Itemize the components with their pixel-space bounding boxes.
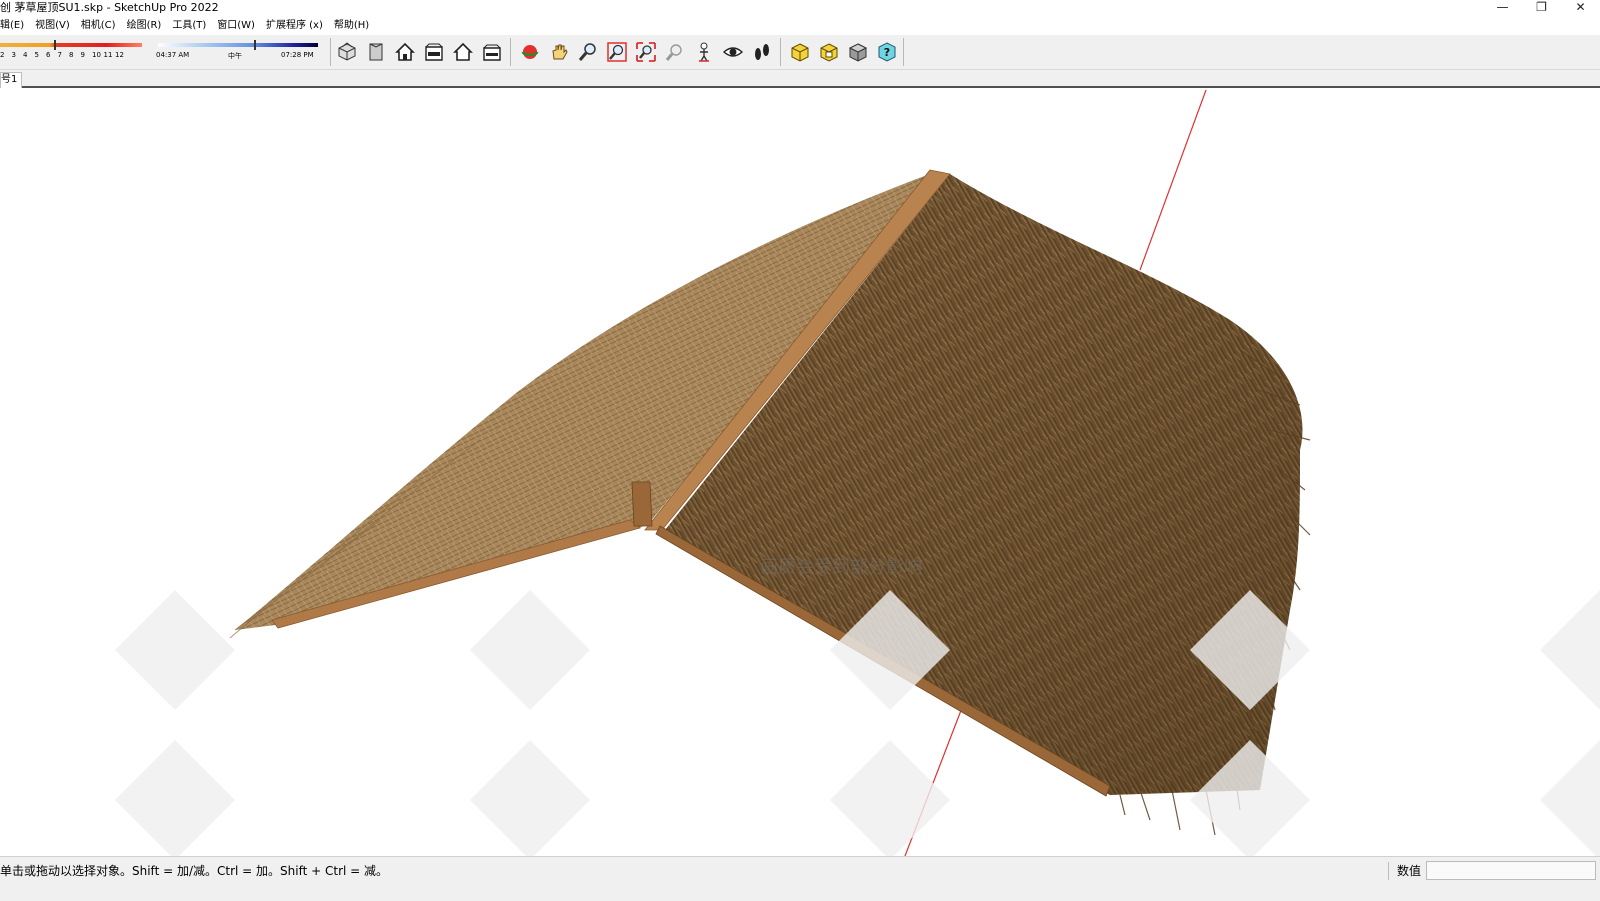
menu-tools[interactable]: 工具(T)	[172, 17, 211, 35]
restore-button[interactable]: ❐	[1522, 0, 1561, 16]
thatched-roof-model	[115, 90, 1600, 856]
right-view-icon	[425, 43, 443, 61]
month-tick: 7	[57, 51, 62, 59]
toolbar-divider	[330, 38, 331, 66]
status-hint: 单击或拖动以选择对象。Shift = 加/减。Ctrl = 加。Shift + …	[0, 864, 389, 878]
menu-draw[interactable]: 绘图(R)	[127, 17, 167, 35]
window-title: 创 茅草屋顶SU1.skp - SketchUp Pro 2022	[0, 1, 219, 14]
look-around-icon	[722, 47, 744, 57]
model-viewport[interactable]: 画质会受到部分影响	[0, 90, 1600, 856]
bottom-strip	[0, 884, 1600, 901]
month-slider-handle[interactable]	[54, 40, 56, 50]
shadow-settings-panel: 2 3 4 5 6 7 8 9 10 11 12 04:37 AM 中午 07:28 PM	[0, 37, 330, 67]
position-camera-icon	[699, 42, 709, 62]
measurements-label: 数值	[1388, 862, 1421, 880]
window-controls: — ❐ ✕	[1483, 0, 1600, 16]
section-plane-icon	[791, 43, 809, 62]
menu-extensions[interactable]: 扩展程序 (x)	[266, 17, 328, 35]
display-section-button[interactable]	[816, 39, 842, 65]
section-plane-button[interactable]	[787, 39, 813, 65]
toolbar-divider	[903, 38, 904, 66]
previous-view-icon	[665, 44, 682, 61]
front-view-button[interactable]	[392, 39, 418, 65]
position-camera-button[interactable]	[691, 39, 717, 65]
sunrise-label: 04:37 AM	[156, 51, 190, 59]
month-tick: 11	[103, 51, 113, 59]
month-tick: 10	[92, 51, 101, 59]
menu-bar: 辑(E) 视图(V) 相机(C) 绘图(R) 工具(T) 窗口(W) 扩展程序 …	[0, 17, 1600, 35]
measurements-input[interactable]	[1426, 861, 1596, 880]
menu-view[interactable]: 视图(V)	[35, 17, 75, 35]
scene-tabs: 号1	[0, 70, 1600, 88]
watermark-pattern	[115, 590, 1600, 856]
top-view-button[interactable]	[363, 39, 389, 65]
orbit-icon	[521, 45, 539, 59]
zoom-button[interactable]	[575, 39, 601, 65]
front-view-icon	[395, 42, 415, 61]
month-tick-labels: 2 3 4 5 6 7 8 9 10 11 12	[0, 51, 127, 59]
walk-icon	[755, 44, 769, 60]
svg-text:?: ?	[884, 46, 890, 59]
noon-label: 中午	[228, 52, 242, 60]
toolbar: 2 3 4 5 6 7 8 9 10 11 12 04:37 AM 中午 07:28 PM	[0, 35, 1600, 70]
status-bar: 单击或拖动以选择对象。Shift = 加/减。Ctrl = 加。Shift + …	[0, 856, 1600, 884]
toolbar-divider	[510, 38, 511, 66]
red-axis-line	[1139, 90, 1207, 271]
month-tick: 6	[46, 51, 51, 59]
pan-icon	[552, 44, 568, 60]
display-section-icon	[820, 43, 838, 62]
minimize-button[interactable]: —	[1483, 0, 1522, 16]
walk-button[interactable]	[749, 39, 775, 65]
left-view-icon	[483, 44, 501, 61]
time-slider-handle[interactable]	[254, 40, 256, 50]
pan-button[interactable]	[546, 39, 572, 65]
time-slider[interactable]	[158, 43, 318, 47]
zoom-icon	[578, 43, 596, 61]
back-view-icon	[453, 42, 473, 61]
left-view-button[interactable]	[479, 39, 505, 65]
menu-help[interactable]: 帮助(H)	[334, 17, 374, 35]
close-button[interactable]: ✕	[1561, 0, 1600, 16]
zoom-extents-icon	[636, 42, 656, 62]
month-tick: 3	[11, 51, 16, 59]
help-button[interactable]: ?	[874, 39, 900, 65]
month-tick: 5	[34, 51, 39, 59]
sunset-label: 07:28 PM	[281, 51, 314, 59]
section-cuts-button[interactable]	[845, 39, 871, 65]
back-view-button[interactable]	[450, 39, 476, 65]
zoom-window-icon	[607, 42, 627, 62]
iso-view-icon	[338, 42, 356, 61]
right-view-button[interactable]	[421, 39, 447, 65]
quality-notice: 画质会受到部分影响	[760, 557, 922, 578]
look-around-button[interactable]	[720, 39, 746, 65]
month-tick: 4	[23, 51, 28, 59]
menu-edit[interactable]: 辑(E)	[0, 17, 29, 35]
zoom-extents-button[interactable]	[633, 39, 659, 65]
scene-tab-1[interactable]: 号1	[0, 72, 23, 88]
month-tick: 8	[69, 51, 74, 59]
toolbar-divider	[780, 38, 781, 66]
month-tick: 12	[115, 51, 124, 59]
top-view-icon	[369, 43, 383, 61]
menu-window[interactable]: 窗口(W)	[217, 17, 260, 35]
previous-view-button[interactable]	[662, 39, 688, 65]
zoom-window-button[interactable]	[604, 39, 630, 65]
iso-view-button[interactable]	[334, 39, 360, 65]
title-bar: 创 茅草屋顶SU1.skp - SketchUp Pro 2022 — ❐ ✕	[0, 0, 1600, 16]
ridge-end	[631, 481, 653, 527]
month-tick: 2	[0, 51, 5, 59]
menu-camera[interactable]: 相机(C)	[81, 17, 121, 35]
month-tick: 9	[80, 51, 85, 59]
month-slider[interactable]	[0, 43, 142, 47]
orbit-button[interactable]	[517, 39, 543, 65]
help-icon: ?	[878, 42, 896, 62]
section-cuts-icon	[848, 43, 868, 62]
